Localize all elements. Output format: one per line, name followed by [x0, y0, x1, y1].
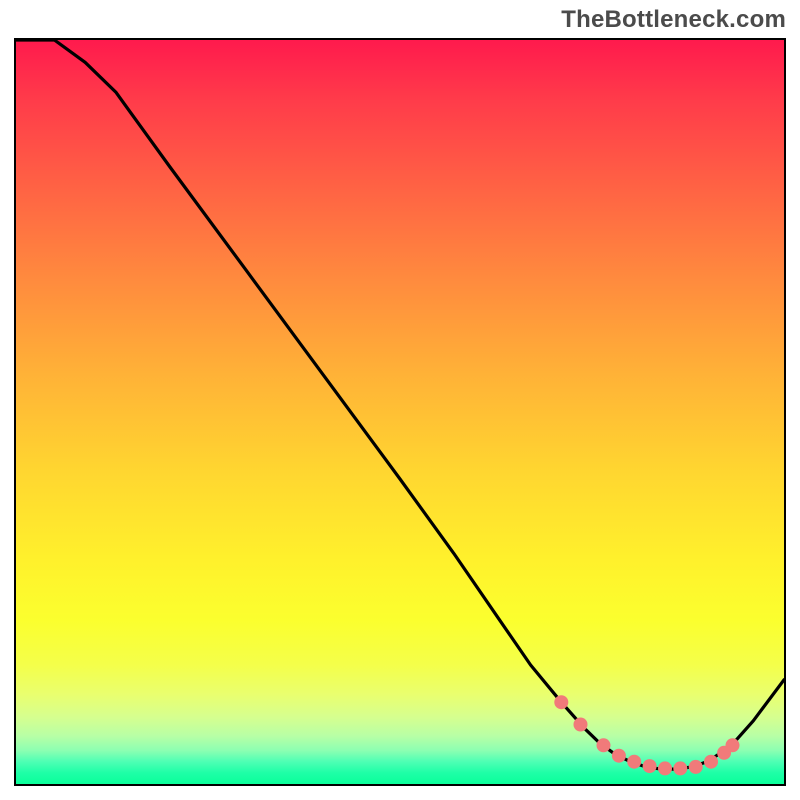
- highlight-dot: [643, 759, 657, 773]
- highlight-dot: [689, 760, 703, 774]
- highlight-dot: [658, 761, 672, 775]
- highlight-dot: [627, 755, 641, 769]
- highlight-dot: [612, 749, 626, 763]
- chart-svg: [16, 40, 784, 784]
- highlight-dot: [554, 695, 568, 709]
- curve-line: [16, 40, 784, 769]
- highlight-dot: [597, 738, 611, 752]
- highlight-dot: [574, 718, 588, 732]
- chart-frame: TheBottleneck.com: [0, 0, 800, 800]
- highlight-dot: [673, 761, 687, 775]
- highlight-dots-group: [554, 695, 739, 775]
- highlight-dot: [704, 755, 718, 769]
- plot-area: [14, 38, 786, 786]
- watermark-text: TheBottleneck.com: [561, 6, 786, 34]
- highlight-dot: [726, 738, 740, 752]
